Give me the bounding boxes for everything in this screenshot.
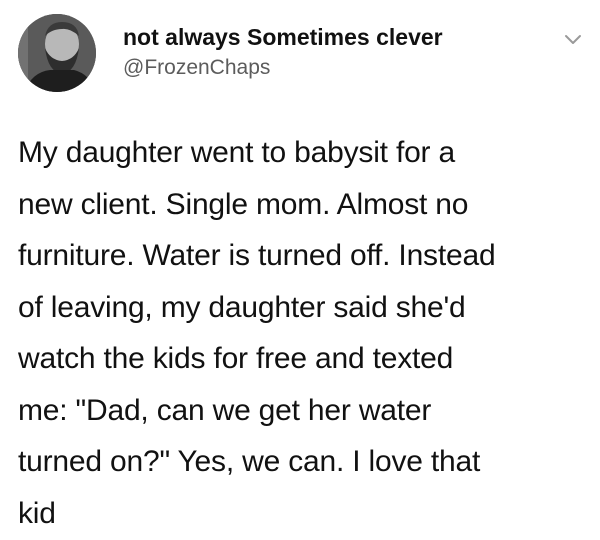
tweet-text-line: me: "Dad, can we get her water — [18, 393, 432, 427]
author-handle[interactable]: @FrozenChaps — [123, 56, 270, 80]
author-display-name[interactable]: not always Sometimes clever — [123, 24, 443, 51]
tweet-text-line: watch the kids for free and texted — [18, 342, 454, 375]
chevron-down-icon[interactable] — [564, 34, 582, 46]
profile-photo-icon — [18, 14, 96, 92]
tweet-text-line: kid — [18, 496, 56, 530]
tweet-text-line: new client. Single mom. Almost no — [18, 187, 469, 221]
avatar[interactable] — [18, 14, 96, 92]
tweet-card: not always Sometimes clever @FrozenChaps… — [0, 0, 600, 540]
tweet-text-line: turned on?" Yes, we can. I love that — [18, 445, 481, 478]
tweet-text-line: furniture. Water is turned off. Instead — [18, 239, 496, 272]
tweet-text: My daughter went to babysit for a new cl… — [18, 127, 588, 539]
tweet-text-line: of leaving, my daughter said she'd — [18, 290, 466, 324]
tweet-text-line: My daughter went to babysit for a — [18, 136, 455, 169]
